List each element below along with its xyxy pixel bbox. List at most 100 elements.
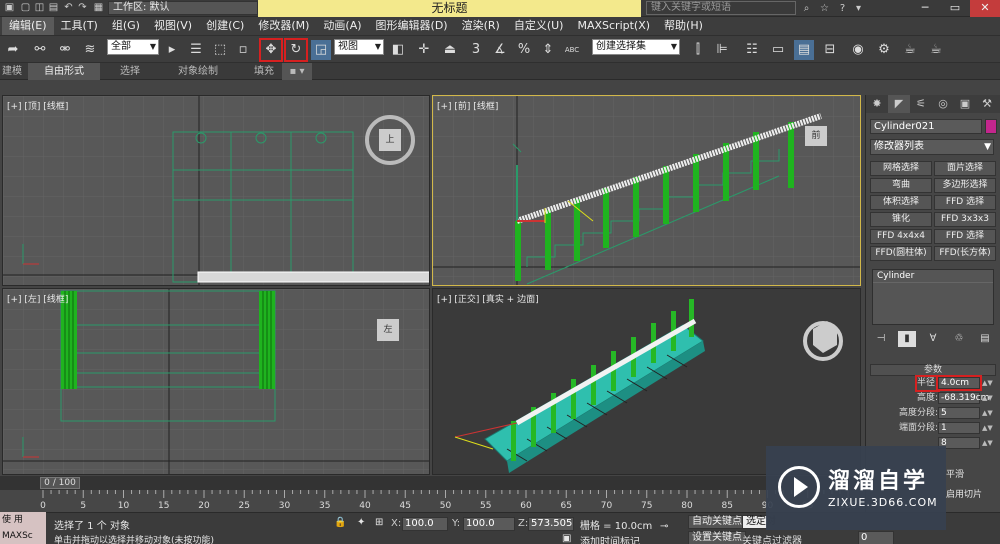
utilities-tab-icon[interactable]: ⚒	[976, 95, 998, 113]
key-icon[interactable]: ⊸	[660, 521, 668, 532]
project-folder-icon[interactable]: ▦	[92, 2, 105, 14]
viewport-front-label[interactable]: [+] [前] [线框]	[437, 99, 498, 112]
cap-segs-field[interactable]: 1	[938, 422, 980, 434]
ribbon-tab-freeform[interactable]: 自由形式	[28, 63, 100, 80]
spinner-snap-icon[interactable]: ⇕	[538, 40, 558, 60]
rect-selection-icon[interactable]: ⬚	[210, 40, 230, 60]
modifier-list-dropdown[interactable]: 修改器列表 ▼	[870, 139, 994, 155]
spinner-icon[interactable]: ▲▼	[982, 392, 993, 404]
named-selection-dropdown[interactable]: 创建选择集 ▼	[592, 39, 680, 55]
mirror-icon[interactable]: ⫿	[688, 40, 708, 60]
time-slider-track[interactable]	[0, 476, 865, 490]
viewport-left-label[interactable]: [+] [左] [线框]	[7, 292, 68, 305]
modify-tab-icon[interactable]: ◤	[888, 95, 910, 113]
snaps-toggle-icon[interactable]: 3	[466, 40, 486, 60]
slice-on-checkbox[interactable]: 启用切片	[946, 487, 982, 500]
spinner-icon[interactable]: ▲▼	[982, 377, 993, 389]
make-unique-icon[interactable]: ∀	[924, 331, 942, 347]
navcube-top[interactable]: 上	[365, 115, 415, 165]
mod-ffd-select-button[interactable]: FFD 选择	[934, 195, 996, 210]
material-editor-icon[interactable]: ◉	[848, 40, 868, 60]
bind-space-warp-icon[interactable]: ≋	[80, 40, 100, 60]
current-frame-field[interactable]: 0	[858, 531, 894, 544]
rendered-frame-icon[interactable]: ☕	[900, 40, 920, 60]
configure-sets-icon[interactable]: ▤	[976, 331, 994, 347]
viewport-left[interactable]: [+] [左] [线框] 左	[2, 288, 430, 475]
undo-icon[interactable]: ↶	[62, 2, 75, 14]
absolute-mode-icon[interactable]: ⊞	[375, 517, 383, 528]
menu-maxscript[interactable]: MAXScript(X)	[570, 17, 657, 35]
undo-arrow-icon[interactable]: ➦	[3, 40, 23, 60]
ribbon-tab-object-paint[interactable]: 对象绘制	[178, 63, 218, 80]
mod-ffd-select-2-button[interactable]: FFD 选择	[934, 229, 996, 244]
height-segs-field[interactable]: 5	[938, 407, 980, 419]
menu-customize[interactable]: 自定义(U)	[507, 17, 571, 35]
reference-coord-dropdown[interactable]: 视图 ▼	[334, 39, 384, 55]
mod-ffd4-button[interactable]: FFD 4x4x4	[870, 229, 932, 244]
select-by-name-icon[interactable]: ☰	[186, 40, 206, 60]
x-coord-field[interactable]: 100.0	[402, 517, 448, 531]
ribbon-tab-populate[interactable]: 填充	[254, 63, 274, 80]
smooth-checkbox[interactable]: 平滑	[946, 467, 964, 480]
mod-bend-button[interactable]: 弯曲	[870, 178, 932, 193]
z-coord-field[interactable]: 573.505	[528, 517, 574, 531]
mod-patch-select-button[interactable]: 面片选择	[934, 161, 996, 176]
menu-tools[interactable]: 工具(T)	[54, 17, 105, 35]
radius-field[interactable]: 4.0cm	[936, 375, 982, 391]
mod-poly-select-button[interactable]: 多边形选择	[934, 178, 996, 193]
set-key-button[interactable]: 设置关键点	[688, 531, 746, 544]
menu-create[interactable]: 创建(C)	[199, 17, 251, 35]
spinner-icon[interactable]: ▲▼	[982, 422, 993, 434]
menu-graph-editors[interactable]: 图形编辑器(D)	[369, 17, 455, 35]
edit-named-selection-icon[interactable]: ABC	[562, 40, 582, 60]
selected-dropdown[interactable]: 选定对	[742, 515, 776, 529]
create-tab-icon[interactable]: ✸	[866, 95, 888, 113]
viewport-top-label[interactable]: [+] [顶] [线框]	[7, 99, 68, 112]
spinner-icon[interactable]: ▲▼	[982, 407, 993, 419]
search-icon[interactable]: ⌕	[800, 2, 813, 15]
modifier-stack[interactable]: Cylinder	[872, 269, 994, 325]
mod-vol-select-button[interactable]: 体积选择	[870, 195, 932, 210]
display-tab-icon[interactable]: ▣	[954, 95, 976, 113]
mod-ffd3-button[interactable]: FFD 3x3x3	[934, 212, 996, 227]
select-and-rotate-icon[interactable]: ↻	[284, 38, 308, 62]
pin-stack-icon[interactable]: ⊣	[872, 331, 890, 347]
menu-edit[interactable]: 编辑(E)	[2, 17, 54, 35]
use-pivot-center-icon[interactable]: ◧	[388, 40, 408, 60]
select-and-move-icon[interactable]: ✥	[259, 38, 283, 62]
select-and-link-icon[interactable]: ⚯	[30, 40, 50, 60]
menu-group[interactable]: 组(G)	[105, 17, 147, 35]
graphite-toggle-icon[interactable]: ▭	[768, 40, 788, 60]
schematic-view-icon[interactable]: ⊟	[820, 40, 840, 60]
stack-item[interactable]: Cylinder	[873, 270, 993, 283]
show-end-result-icon[interactable]: ▮	[898, 331, 916, 347]
close-icon[interactable]: ✕	[970, 0, 1000, 17]
mod-ffd-cyl-button[interactable]: FFD(圆柱体)	[870, 246, 932, 261]
time-slider-thumb[interactable]: 0 / 100	[40, 477, 80, 489]
viewport-ortho-label[interactable]: [+] [正交] [真实 + 边面]	[437, 292, 539, 305]
ribbon-toggle-icon[interactable]: ▪ ▾	[282, 63, 312, 80]
selection-filter-dropdown[interactable]: 全部 ▼	[107, 39, 159, 55]
remove-modifier-icon[interactable]: ♲	[950, 331, 968, 347]
window-crossing-icon[interactable]: ▫	[233, 40, 253, 60]
track-bar[interactable]: 0510152025303540455055606570758085909510…	[0, 490, 865, 512]
viewport-front[interactable]: [+] [前] [线框] 前	[432, 95, 861, 286]
mod-ffd-box-button[interactable]: FFD(长方体)	[934, 246, 996, 261]
navcube-front[interactable]: 前	[805, 126, 827, 146]
time-tag-icon[interactable]: ▣	[562, 533, 571, 544]
minimize-icon[interactable]: ─	[910, 0, 940, 17]
ribbon-tab-modeling[interactable]: 建模	[2, 63, 26, 80]
select-object-icon[interactable]: ▸	[162, 40, 182, 60]
y-coord-field[interactable]: 100.0	[463, 517, 515, 531]
key-filters[interactable]: 关键点过滤器	[742, 532, 802, 544]
redo-icon[interactable]: ↷	[76, 2, 89, 14]
motion-tab-icon[interactable]: ◎	[932, 95, 954, 113]
navcube-left[interactable]: 左	[377, 319, 399, 341]
percent-snap-icon[interactable]: %	[514, 40, 534, 60]
mod-taper-button[interactable]: 锥化	[870, 212, 932, 227]
add-time-tag[interactable]: 添加时间标记	[580, 533, 640, 544]
help-icon[interactable]: ?	[836, 2, 849, 15]
spinner-icon[interactable]: ▲▼	[982, 437, 993, 449]
keyboard-shortcut-icon[interactable]: ⏏	[440, 40, 460, 60]
lock-selection-icon[interactable]: 🔒	[334, 517, 346, 528]
